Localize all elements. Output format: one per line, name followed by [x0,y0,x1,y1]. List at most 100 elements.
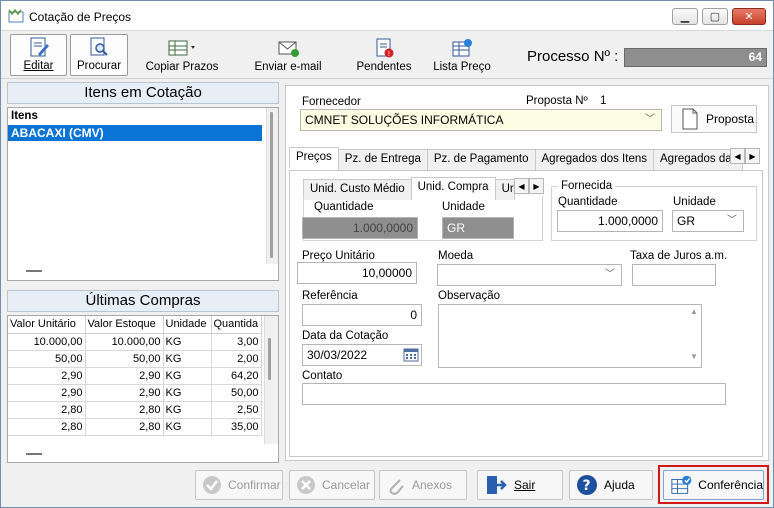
conferencia-button[interactable]: Conferência [663,470,764,500]
sair-label: Sair [514,478,536,492]
pendentes-label: Pendentes [356,61,412,73]
proposta-button-label: Proposta [706,112,755,126]
tab-precos[interactable]: Preços [289,147,339,168]
table-cell: 2,80 [8,401,86,419]
fornecida-unidade-value: GR [677,214,695,228]
subtab-scroll-right-icon[interactable]: ▶ [529,178,544,194]
ajuda-label: Ajuda [604,478,635,492]
tab-scroll-left-icon[interactable]: ◀ [730,148,745,164]
table-row[interactable]: 10.000,00 10.000,00 KG 3,00 [8,333,262,351]
referencia-field[interactable]: 0 [302,304,422,326]
sair-button[interactable]: Sair [477,470,563,500]
preco-field[interactable]: 10,00000 [297,262,417,284]
table-cell: KG [163,367,212,385]
unid-unidade-field: GR [442,217,514,239]
cancelar-button[interactable]: Cancelar [289,470,375,500]
subtab-scroll-left-icon[interactable]: ◀ [514,178,529,194]
table-header-row: Valor Unitário Valor Estoque Unidade Qua… [8,316,262,334]
search-icon [90,37,108,56]
cancelar-label: Cancelar [322,478,371,492]
table-cell: 64,20 [211,367,262,385]
calendar-icon[interactable] [403,348,419,362]
table-row[interactable]: 2,80 2,80 KG 35,00 [8,418,262,436]
table-cell: KG [163,333,212,351]
lista-preco-button[interactable]: Lista Preço [430,34,494,76]
main-tabs: Preços Pz. de Entrega Pz. de Pagamento A… [289,147,743,170]
procurar-button[interactable]: Procurar [70,34,128,76]
anexos-button[interactable]: Anexos [379,470,467,500]
itens-header: Itens em Cotação [7,82,279,104]
tab-pz-entrega[interactable]: Pz. de Entrega [337,149,428,170]
table-row[interactable]: 2,80 2,80 KG 2,50 [8,401,262,419]
ajuda-button[interactable]: ? Ajuda [569,470,653,500]
list-item[interactable]: ABACAXI (CMV) [8,125,262,141]
table-row[interactable]: 50,00 50,00 KG 2,00 [8,350,262,368]
proposta-label: Proposta Nº [526,95,588,107]
scroll-thumb[interactable] [270,112,273,258]
proposta-button[interactable]: Proposta [671,105,757,133]
data-field[interactable]: 30/03/2022 [302,344,422,366]
tab-unid-compra[interactable]: Unid. Compra [410,177,496,198]
editar-label: Editar [23,60,54,72]
table-cell: 2,50 [211,401,262,419]
tab-pz-pagamento[interactable]: Pz. de Pagamento [426,149,536,170]
fornecida-unidade-select[interactable]: GR ﹀ [672,210,744,232]
col-unidade[interactable]: Unidade [163,316,212,334]
table-row[interactable]: 2,90 2,90 KG 50,00 [8,384,262,402]
paperclip-icon [389,479,404,495]
close-button[interactable]: ✕ [732,8,766,25]
lista-preco-label: Lista Preço [433,61,491,73]
help-icon: ? [577,475,597,495]
enviar-email-button[interactable]: Enviar e-mail [251,34,325,76]
table-cell: 2,80 [8,418,86,436]
col-valor-estoque[interactable]: Valor Estoque [85,316,164,334]
copiar-prazos-button[interactable]: Copiar Prazos [143,34,221,76]
cotacao-window: Cotação de Preços ▁ ▢ ✕ Editar Procurar … [0,0,774,508]
confirmar-label: Confirmar [228,478,281,492]
detail-pane: Fornecedor Proposta Nº 1 CMNET SOLUÇÕES … [285,85,769,461]
resize-grip[interactable] [26,453,42,455]
ultimas-table: Valor Unitário Valor Estoque Unidade Qua… [8,316,262,436]
anexos-label: Anexos [412,478,453,492]
data-label: Data da Cotação [302,330,389,342]
moeda-select[interactable]: ﹀ [437,264,622,286]
observacao-textarea[interactable]: ▲ ▼ [438,304,702,368]
fornecida-unidade-label: Unidade [673,196,716,208]
itens-scrollbar[interactable] [266,108,278,264]
col-quantidade[interactable]: Quantida [211,316,262,334]
taxa-field[interactable] [632,264,716,286]
fornecida-quantidade-field[interactable]: 1.000,0000 [557,210,663,232]
contato-label: Contato [302,370,343,382]
confirmar-button[interactable]: Confirmar [195,470,283,500]
editar-button[interactable]: Editar [10,34,67,76]
tab-agregados-itens[interactable]: Agregados dos Itens [534,149,654,170]
minimize-button[interactable]: ▁ [672,8,698,25]
svg-text:!: ! [388,50,391,58]
ultimas-grid[interactable]: Valor Unitário Valor Estoque Unidade Qua… [7,315,279,463]
table-cell: 2,90 [8,384,86,402]
tab-scroll-right-icon[interactable]: ▶ [745,148,760,164]
scroll-thumb[interactable] [268,338,271,380]
pendentes-button[interactable]: ! Pendentes [354,34,414,76]
window-title: Cotação de Preços [29,10,132,24]
table-cell: KG [163,350,212,368]
fornecedor-select[interactable]: CMNET SOLUÇÕES INFORMÁTICA ﹀ [300,109,662,131]
copiar-prazos-label: Copiar Prazos [145,61,219,73]
table-row[interactable]: 2,90 2,90 KG 64,20 [8,367,262,385]
processo-value: 64 [624,48,767,67]
col-valor-unitario[interactable]: Valor Unitário [8,316,86,334]
table-cell: KG [163,401,212,419]
unid-unidade-label: Unidade [442,201,485,213]
contato-field[interactable] [302,383,726,405]
observacao-scrollbar[interactable]: ▲ ▼ [689,307,699,365]
resize-grip[interactable] [26,270,42,272]
unid-quantidade-label: Quantidade [314,201,374,213]
maximize-button[interactable]: ▢ [702,8,728,25]
chevron-down-icon: ﹀ [645,114,655,125]
table-cell: 50,00 [211,384,262,402]
table-cell: 10.000,00 [8,333,86,351]
price-list-icon [452,39,472,57]
table-cell: 35,00 [211,418,262,436]
ultimas-scrollbar[interactable] [264,316,278,444]
itens-list[interactable]: Itens ABACAXI (CMV) [7,107,279,281]
